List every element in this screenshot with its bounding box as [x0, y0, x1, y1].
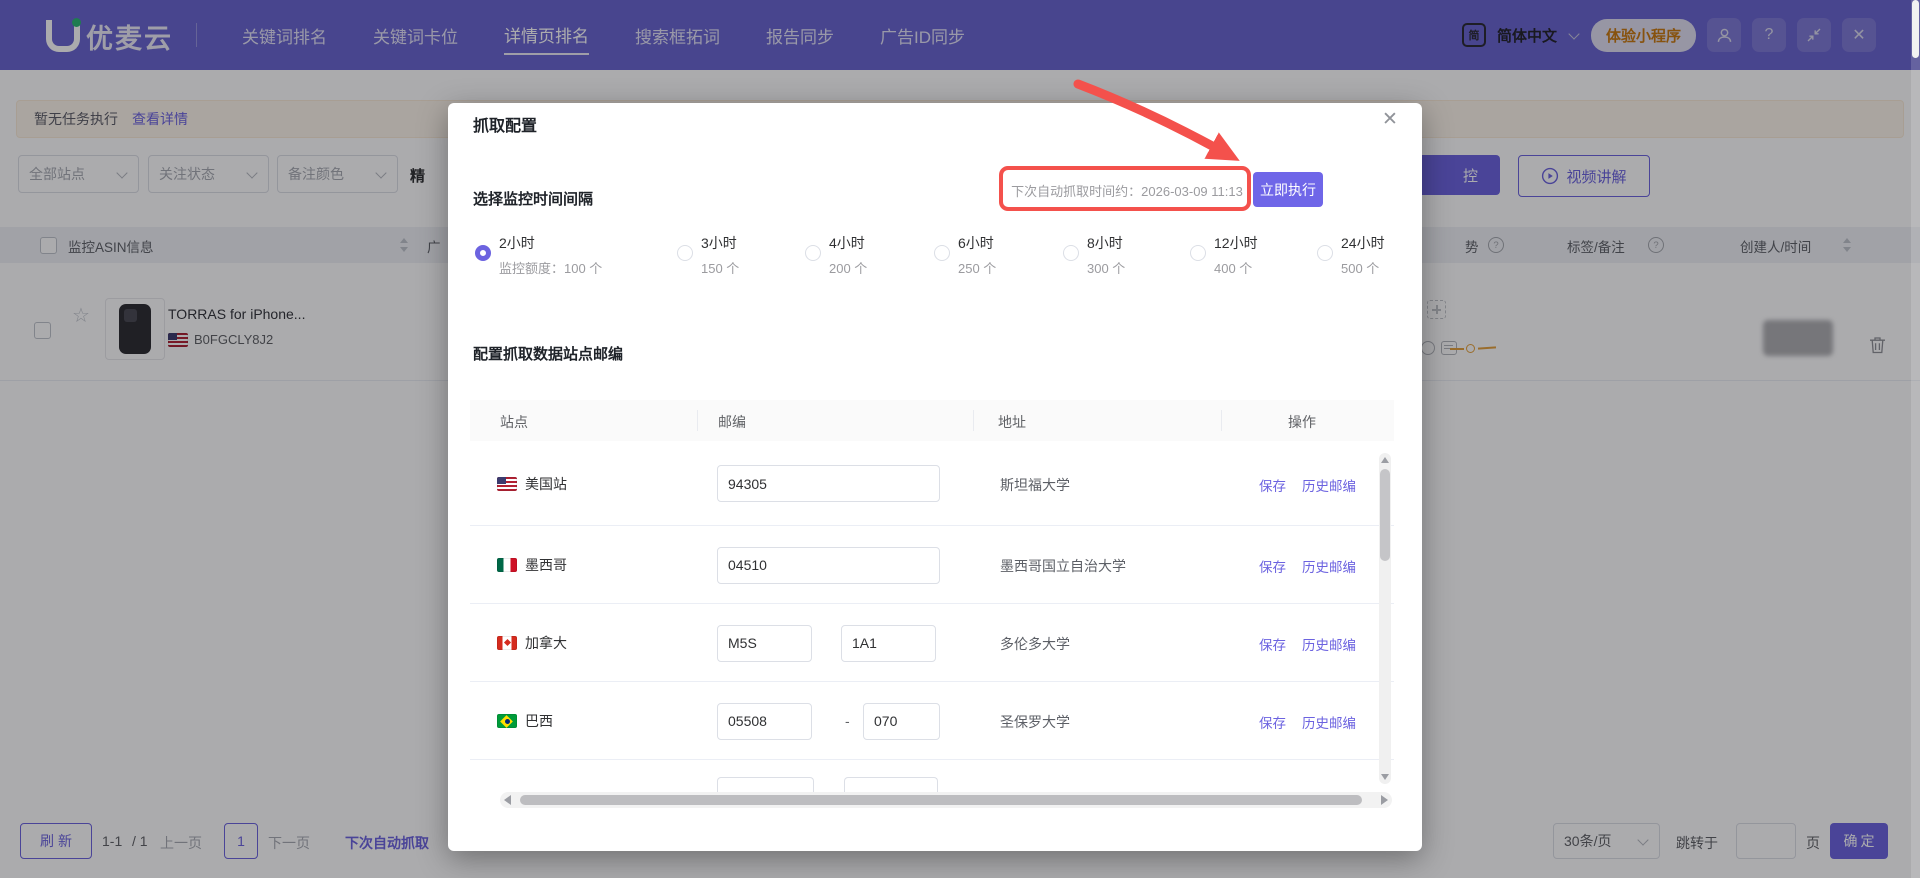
history-zip-link[interactable]: 历史邮编	[1302, 475, 1356, 495]
history-zip-link[interactable]: 历史邮编	[1302, 556, 1356, 576]
site-name: 巴西	[525, 713, 553, 729]
zipcode-input[interactable]	[841, 624, 936, 662]
site-cell: 墨西哥	[497, 555, 567, 575]
address-cell: 斯坦福大学	[1000, 476, 1070, 493]
radio-button[interactable]	[1190, 245, 1206, 261]
scrollbar-thumb[interactable]	[520, 795, 1362, 805]
scroll-up-icon[interactable]	[1381, 457, 1389, 463]
site-name: 墨西哥	[525, 557, 567, 573]
radio-button[interactable]	[805, 245, 821, 261]
site-name: 美国站	[525, 475, 567, 492]
site-name: 加拿大	[525, 635, 567, 651]
zipcode-row: 巴西 - 圣保罗大学 保存历史邮编	[470, 682, 1394, 760]
zipcode-row: 加拿大 多伦多大学 保存历史邮编	[470, 604, 1394, 682]
partial-row	[470, 760, 1394, 793]
save-link[interactable]: 保存	[1259, 556, 1286, 576]
execute-now-button[interactable]: 立即执行	[1253, 172, 1323, 207]
ca-flag-icon	[497, 636, 517, 650]
zipcode-table-header: 站点 邮编 地址 操作	[470, 400, 1394, 441]
interval-quota: 400 个	[1214, 261, 1253, 276]
radio-button[interactable]	[1317, 245, 1333, 261]
zipcode-input[interactable]	[717, 702, 812, 740]
scroll-right-icon[interactable]	[1381, 795, 1388, 805]
interval-label: 24小时	[1341, 235, 1385, 251]
next-crawl-time: 下次自动抓取时间约：2026-03-09 11:13	[1011, 184, 1243, 199]
interval-label: 12小时	[1214, 235, 1258, 251]
scroll-down-icon[interactable]	[1381, 774, 1389, 780]
address-cell: 多伦多大学	[1000, 636, 1070, 652]
address-cell: 圣保罗大学	[1000, 714, 1070, 730]
zip-separator: -	[845, 713, 850, 729]
radio-button[interactable]	[677, 245, 693, 261]
interval-quota: 150 个	[701, 261, 740, 276]
interval-quota: 200 个	[829, 261, 868, 276]
modal-title: 抓取配置	[473, 118, 538, 135]
modal-close-icon[interactable]: ✕	[1382, 108, 1398, 131]
mx-flag-icon	[497, 558, 517, 572]
zip-col-header: 操作	[1288, 414, 1316, 430]
scroll-left-icon[interactable]	[504, 795, 511, 805]
zip-col-header: 邮编	[718, 414, 746, 430]
page: 优麦云 关键词排名 关键词卡位 详情页排名 搜索框拓词 报告同步 广告ID同步 简 简体中…	[0, 0, 1920, 878]
save-link[interactable]: 保存	[1259, 475, 1286, 495]
interval-section-label: 选择监控时间间隔	[473, 191, 594, 208]
interval-quota: 500 个	[1341, 261, 1380, 276]
radio-button[interactable]	[934, 245, 950, 261]
save-link[interactable]: 保存	[1259, 712, 1286, 732]
interval-quota: 250 个	[958, 261, 997, 276]
history-zip-link[interactable]: 历史邮编	[1302, 634, 1356, 654]
horizontal-scrollbar[interactable]	[500, 792, 1392, 808]
scrollbar-thumb[interactable]	[1912, 0, 1919, 58]
zip-col-header: 站点	[500, 414, 528, 430]
page-scrollbar[interactable]	[1911, 0, 1920, 878]
zipcode-input[interactable]	[717, 465, 940, 502]
br-flag-icon	[497, 714, 517, 728]
radio-button[interactable]	[1063, 245, 1079, 261]
interval-label: 4小时	[829, 235, 865, 251]
interval-label: 2小时	[499, 235, 535, 251]
radio-button[interactable]	[475, 245, 491, 261]
site-cell: 加拿大	[497, 633, 567, 653]
vertical-scrollbar[interactable]	[1379, 453, 1391, 784]
zipcode-input[interactable]	[717, 624, 812, 662]
interval-quota: 300 个	[1087, 261, 1126, 276]
site-cell: 美国站	[497, 474, 567, 494]
interval-quota: 监控额度：100 个	[499, 261, 603, 276]
site-cell: 巴西	[497, 711, 553, 731]
address-cell: 墨西哥国立自治大学	[1000, 558, 1126, 574]
history-zip-link[interactable]: 历史邮编	[1302, 712, 1356, 732]
save-link[interactable]: 保存	[1259, 634, 1286, 654]
zipcode-input-partial[interactable]	[717, 777, 814, 793]
zipcode-section-title: 配置抓取数据站点邮编	[473, 346, 624, 363]
zipcode-table: 站点邮编地址操作 美国站斯坦福大学保存历史邮编墨西哥墨西哥国立自治大学保存历史邮…	[470, 400, 1394, 812]
zipcode-row: 墨西哥 墨西哥国立自治大学 保存历史邮编	[470, 526, 1394, 604]
zip-col-header: 地址	[998, 414, 1026, 430]
scrollbar-thumb[interactable]	[1380, 469, 1390, 561]
interval-label: 3小时	[701, 235, 737, 251]
zipcode-row: 美国站 斯坦福大学 保存历史邮编	[470, 441, 1394, 526]
crawl-config-modal: 抓取配置 ✕ 选择监控时间间隔 下次自动抓取时间约：2026-03-09 11:…	[448, 103, 1422, 851]
zipcode-input[interactable]	[717, 546, 940, 584]
interval-label: 6小时	[958, 235, 994, 251]
interval-label: 8小时	[1087, 235, 1123, 251]
zipcode-input-partial[interactable]	[844, 777, 938, 793]
us-flag-icon	[497, 476, 517, 491]
zipcode-input[interactable]	[863, 702, 940, 740]
